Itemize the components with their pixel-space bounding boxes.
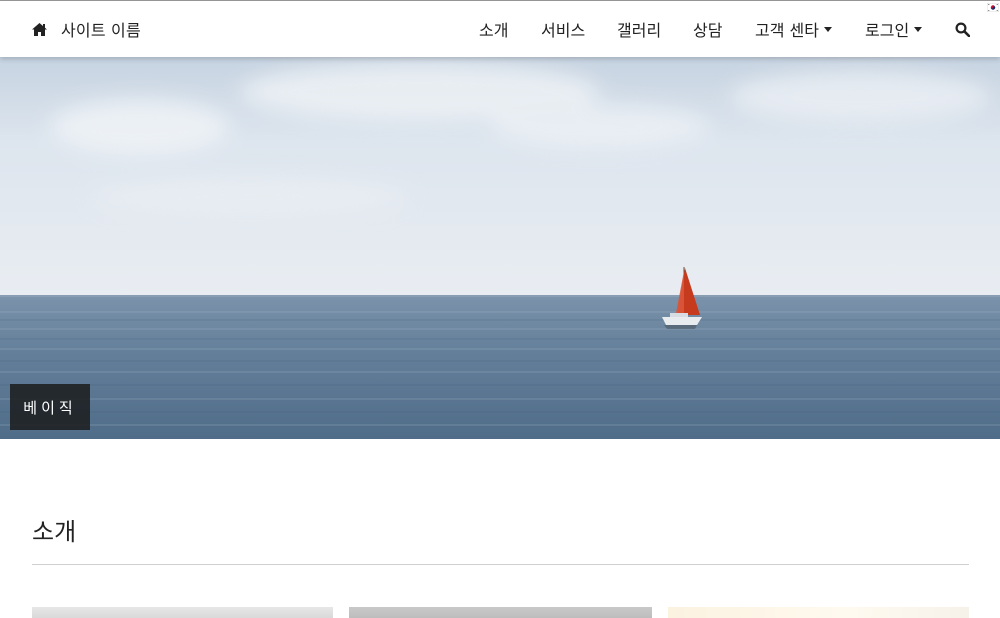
nav-item-services[interactable]: 서비스 (541, 1, 585, 57)
hero-caption: 베이직 (10, 384, 90, 430)
nav-item-consult[interactable]: 상담 (693, 1, 722, 57)
search-icon[interactable] (955, 22, 970, 37)
nav-item-label: 소개 (479, 21, 509, 40)
section-divider (32, 564, 969, 565)
caret-down-icon (914, 27, 923, 32)
nav-item-customer-center[interactable]: 고객 센타 (755, 1, 832, 57)
home-icon (32, 22, 47, 36)
nav-item-label: 갤러리 (617, 21, 662, 40)
nav-item-label: 고객 센타 (755, 21, 819, 40)
korean-flag-icon[interactable] (987, 3, 999, 12)
nav-item-intro[interactable]: 소개 (479, 1, 508, 57)
brand-link[interactable]: 사이트 이름 (32, 1, 141, 57)
caret-down-icon (823, 27, 832, 32)
nav-item-login[interactable]: 로그인 (865, 1, 923, 57)
nav-item-gallery[interactable]: 갤러리 (617, 1, 661, 57)
nav-item-label: 상담 (693, 21, 723, 40)
gallery-card[interactable] (668, 607, 969, 618)
gallery-card[interactable] (349, 607, 652, 618)
hero-banner[interactable] (0, 57, 1000, 439)
site-name: 사이트 이름 (61, 21, 141, 40)
nav-item-label: 로그인 (865, 21, 910, 40)
section-title-intro: 소개 (32, 518, 77, 546)
gallery-card[interactable] (32, 607, 333, 618)
navbar: 사이트 이름 소개 서비스 갤러리 상담 고객 센타 로그인 (0, 1, 1000, 57)
sea-sailboat-photo (0, 57, 1000, 439)
nav-item-label: 서비스 (541, 21, 586, 40)
